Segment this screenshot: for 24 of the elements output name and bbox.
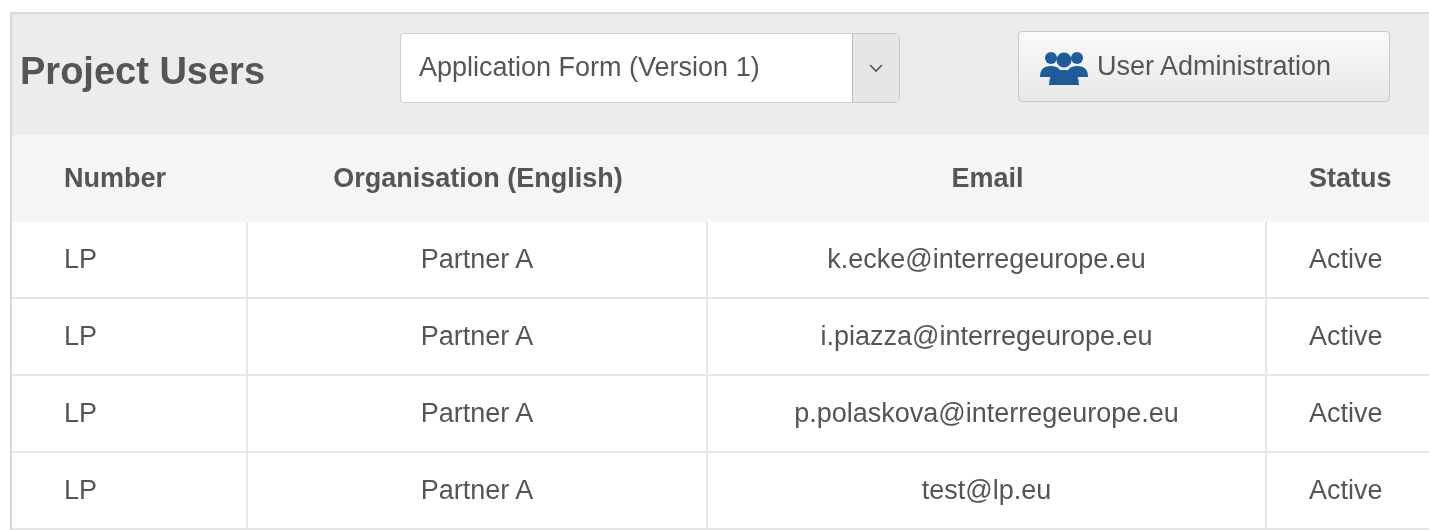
table-cell: Partner A — [248, 453, 708, 528]
column-header: Organisation (English) — [332, 162, 624, 195]
table-cell-text: Active — [1308, 243, 1384, 276]
table-cell: p.polaskova@interregeurope.eu — [708, 376, 1267, 451]
dropdown-caret-icon[interactable] — [852, 33, 899, 102]
table-cell: LP — [12, 222, 248, 297]
table-cell: test@lp.eu — [708, 453, 1267, 528]
panel-title: Project Users — [20, 50, 266, 93]
table-cell: LP — [12, 453, 248, 528]
column-header: Email — [950, 162, 1025, 195]
table-cell: LP — [12, 299, 248, 374]
user-administration-button[interactable]: User Administration — [1018, 31, 1390, 102]
table-cell-text: Active — [1308, 474, 1384, 507]
column-header: Number — [63, 162, 167, 195]
table-cell: i.piazza@interregeurope.eu — [708, 299, 1267, 374]
table-cell-text: Active — [1308, 397, 1384, 430]
table-cell: LP — [12, 376, 248, 451]
table-cell: k.ecke@interregeurope.eu — [708, 222, 1267, 297]
column-header: Status — [1308, 162, 1393, 195]
table-cell: Partner A — [248, 299, 708, 374]
table-cell: Partner A — [248, 376, 708, 451]
version-select[interactable]: Application Form (Version 1) — [400, 32, 900, 103]
table-cell-text: Active — [1308, 320, 1384, 353]
table-cell: Partner A — [248, 222, 708, 297]
